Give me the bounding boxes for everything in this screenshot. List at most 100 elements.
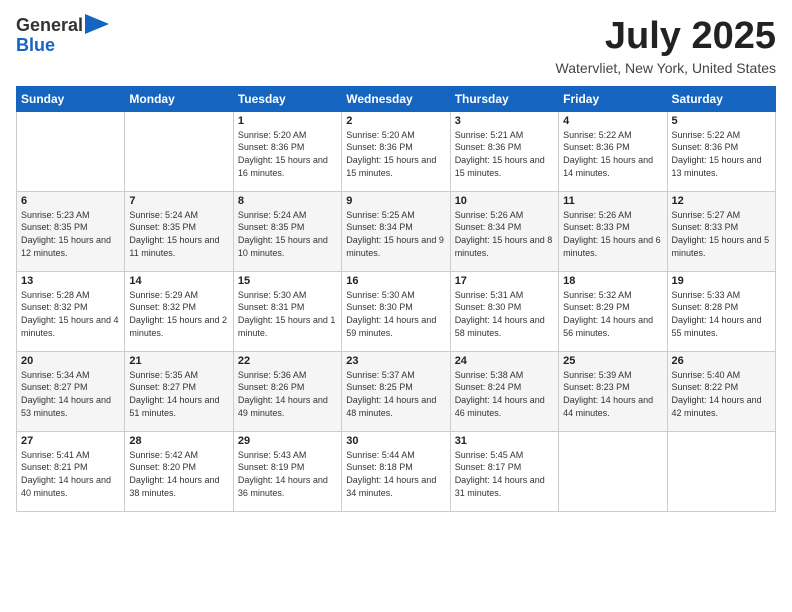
day-info: Sunrise: 5:42 AM Sunset: 8:20 PM Dayligh… xyxy=(129,449,228,499)
logo-blue: Blue xyxy=(16,35,55,55)
day-number: 31 xyxy=(455,435,554,447)
calendar-header-monday: Monday xyxy=(125,86,233,111)
logo: General Blue xyxy=(16,16,109,56)
calendar-cell: 22 Sunrise: 5:36 AM Sunset: 8:26 PM Dayli… xyxy=(233,351,341,431)
day-info: Sunrise: 5:22 AM Sunset: 8:36 PM Dayligh… xyxy=(672,129,771,179)
day-number: 9 xyxy=(346,195,445,207)
day-number: 14 xyxy=(129,275,228,287)
calendar-header-saturday: Saturday xyxy=(667,86,775,111)
calendar-cell: 8 Sunrise: 5:24 AM Sunset: 8:35 PM Daylig… xyxy=(233,191,341,271)
day-info: Sunrise: 5:31 AM Sunset: 8:30 PM Dayligh… xyxy=(455,289,554,339)
day-number: 26 xyxy=(672,355,771,367)
day-info: Sunrise: 5:26 AM Sunset: 8:33 PM Dayligh… xyxy=(563,209,662,259)
day-info: Sunrise: 5:29 AM Sunset: 8:32 PM Dayligh… xyxy=(129,289,228,339)
header: General Blue July 2025 Watervliet, New Y… xyxy=(16,16,776,76)
title-block: July 2025 Watervliet, New York, United S… xyxy=(556,16,776,76)
day-info: Sunrise: 5:38 AM Sunset: 8:24 PM Dayligh… xyxy=(455,369,554,419)
calendar-cell: 7 Sunrise: 5:24 AM Sunset: 8:35 PM Daylig… xyxy=(125,191,233,271)
day-number: 11 xyxy=(563,195,662,207)
day-info: Sunrise: 5:20 AM Sunset: 8:36 PM Dayligh… xyxy=(238,129,337,179)
calendar-cell: 14 Sunrise: 5:29 AM Sunset: 8:32 PM Dayli… xyxy=(125,271,233,351)
day-number: 27 xyxy=(21,435,120,447)
day-number: 7 xyxy=(129,195,228,207)
calendar-cell: 1 Sunrise: 5:20 AM Sunset: 8:36 PM Daylig… xyxy=(233,111,341,191)
calendar-cell: 28 Sunrise: 5:42 AM Sunset: 8:20 PM Dayli… xyxy=(125,431,233,511)
day-number: 2 xyxy=(346,115,445,127)
calendar-table: SundayMondayTuesdayWednesdayThursdayFrid… xyxy=(16,86,776,512)
calendar-header-sunday: Sunday xyxy=(17,86,125,111)
logo-text-block: General Blue xyxy=(16,16,109,56)
day-number: 13 xyxy=(21,275,120,287)
page-subtitle: Watervliet, New York, United States xyxy=(556,60,776,76)
calendar-cell: 12 Sunrise: 5:27 AM Sunset: 8:33 PM Dayli… xyxy=(667,191,775,271)
day-info: Sunrise: 5:27 AM Sunset: 8:33 PM Dayligh… xyxy=(672,209,771,259)
calendar-week-2: 6 Sunrise: 5:23 AM Sunset: 8:35 PM Daylig… xyxy=(17,191,776,271)
day-number: 21 xyxy=(129,355,228,367)
calendar-cell: 20Sunrise: 5:34 AM Sunset: 8:27 PM Dayli… xyxy=(17,351,125,431)
day-info: Sunrise: 5:36 AM Sunset: 8:26 PM Dayligh… xyxy=(238,369,337,419)
calendar-cell: 9 Sunrise: 5:25 AM Sunset: 8:34 PM Daylig… xyxy=(342,191,450,271)
day-info: Sunrise: 5:25 AM Sunset: 8:34 PM Dayligh… xyxy=(346,209,445,259)
calendar-cell: 30Sunrise: 5:44 AM Sunset: 8:18 PM Dayli… xyxy=(342,431,450,511)
calendar-cell: 25Sunrise: 5:39 AM Sunset: 8:23 PM Dayli… xyxy=(559,351,667,431)
day-number: 12 xyxy=(672,195,771,207)
calendar-cell: 19 Sunrise: 5:33 AM Sunset: 8:28 PM Dayli… xyxy=(667,271,775,351)
calendar-header-wednesday: Wednesday xyxy=(342,86,450,111)
day-info: Sunrise: 5:24 AM Sunset: 8:35 PM Dayligh… xyxy=(129,209,228,259)
day-info: Sunrise: 5:41 AM Sunset: 8:21 PM Dayligh… xyxy=(21,449,120,499)
calendar-week-5: 27 Sunrise: 5:41 AM Sunset: 8:21 PM Dayli… xyxy=(17,431,776,511)
day-info: Sunrise: 5:20 AM Sunset: 8:36 PM Dayligh… xyxy=(346,129,445,179)
calendar-cell: 5 Sunrise: 5:22 AM Sunset: 8:36 PM Daylig… xyxy=(667,111,775,191)
day-number: 19 xyxy=(672,275,771,287)
day-number: 23 xyxy=(346,355,445,367)
day-number: 17 xyxy=(455,275,554,287)
day-number: 5 xyxy=(672,115,771,127)
calendar-cell xyxy=(125,111,233,191)
day-info: Sunrise: 5:45 AM Sunset: 8:17 PM Dayligh… xyxy=(455,449,554,499)
day-info: Sunrise: 5:37 AM Sunset: 8:25 PM Dayligh… xyxy=(346,369,445,419)
day-number: 6 xyxy=(21,195,120,207)
day-number: 10 xyxy=(455,195,554,207)
calendar-cell: 10Sunrise: 5:26 AM Sunset: 8:34 PM Dayli… xyxy=(450,191,558,271)
calendar-cell: 18Sunrise: 5:32 AM Sunset: 8:29 PM Dayli… xyxy=(559,271,667,351)
calendar-week-4: 20Sunrise: 5:34 AM Sunset: 8:27 PM Dayli… xyxy=(17,351,776,431)
day-number: 22 xyxy=(238,355,337,367)
day-info: Sunrise: 5:35 AM Sunset: 8:27 PM Dayligh… xyxy=(129,369,228,419)
day-info: Sunrise: 5:30 AM Sunset: 8:30 PM Dayligh… xyxy=(346,289,445,339)
day-info: Sunrise: 5:23 AM Sunset: 8:35 PM Dayligh… xyxy=(21,209,120,259)
day-info: Sunrise: 5:43 AM Sunset: 8:19 PM Dayligh… xyxy=(238,449,337,499)
calendar-cell: 26 Sunrise: 5:40 AM Sunset: 8:22 PM Dayli… xyxy=(667,351,775,431)
day-info: Sunrise: 5:39 AM Sunset: 8:23 PM Dayligh… xyxy=(563,369,662,419)
calendar-header-tuesday: Tuesday xyxy=(233,86,341,111)
day-number: 16 xyxy=(346,275,445,287)
day-info: Sunrise: 5:40 AM Sunset: 8:22 PM Dayligh… xyxy=(672,369,771,419)
day-info: Sunrise: 5:24 AM Sunset: 8:35 PM Dayligh… xyxy=(238,209,337,259)
day-number: 1 xyxy=(238,115,337,127)
day-info: Sunrise: 5:22 AM Sunset: 8:36 PM Dayligh… xyxy=(563,129,662,179)
calendar-cell: 4 Sunrise: 5:22 AM Sunset: 8:36 PM Daylig… xyxy=(559,111,667,191)
logo-general: General xyxy=(16,16,83,36)
page: General Blue July 2025 Watervliet, New Y… xyxy=(0,0,792,612)
day-number: 15 xyxy=(238,275,337,287)
calendar-cell: 3Sunrise: 5:21 AM Sunset: 8:36 PM Daylig… xyxy=(450,111,558,191)
day-number: 28 xyxy=(129,435,228,447)
calendar-cell: 11 Sunrise: 5:26 AM Sunset: 8:33 PM Dayli… xyxy=(559,191,667,271)
page-title: July 2025 xyxy=(556,16,776,58)
day-number: 8 xyxy=(238,195,337,207)
calendar-cell xyxy=(559,431,667,511)
day-info: Sunrise: 5:33 AM Sunset: 8:28 PM Dayligh… xyxy=(672,289,771,339)
day-info: Sunrise: 5:28 AM Sunset: 8:32 PM Dayligh… xyxy=(21,289,120,339)
calendar-cell: 31 Sunrise: 5:45 AM Sunset: 8:17 PM Dayli… xyxy=(450,431,558,511)
calendar-week-1: 1 Sunrise: 5:20 AM Sunset: 8:36 PM Daylig… xyxy=(17,111,776,191)
calendar-cell: 27 Sunrise: 5:41 AM Sunset: 8:21 PM Dayli… xyxy=(17,431,125,511)
calendar-cell: 6 Sunrise: 5:23 AM Sunset: 8:35 PM Daylig… xyxy=(17,191,125,271)
day-number: 4 xyxy=(563,115,662,127)
calendar-cell xyxy=(667,431,775,511)
calendar-cell: 21 Sunrise: 5:35 AM Sunset: 8:27 PM Dayli… xyxy=(125,351,233,431)
day-number: 3 xyxy=(455,115,554,127)
calendar-week-3: 13 Sunrise: 5:28 AM Sunset: 8:32 PM Dayli… xyxy=(17,271,776,351)
day-number: 20 xyxy=(21,355,120,367)
day-number: 29 xyxy=(238,435,337,447)
calendar-header-row: SundayMondayTuesdayWednesdayThursdayFrid… xyxy=(17,86,776,111)
calendar-cell xyxy=(17,111,125,191)
